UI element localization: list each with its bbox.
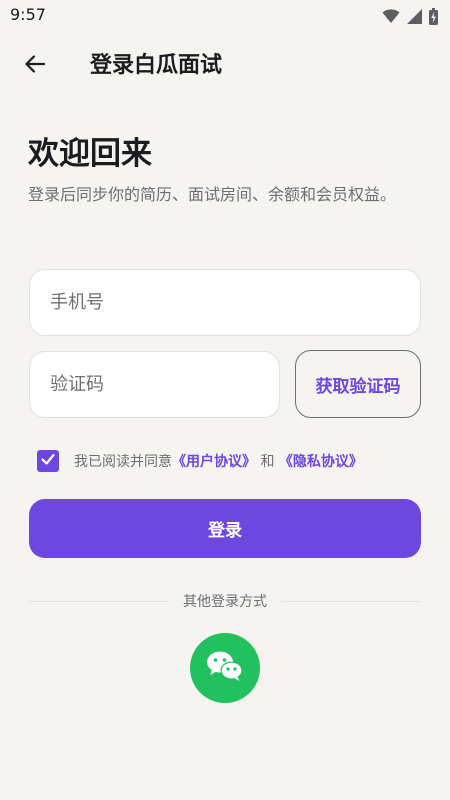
- phone-field: [29, 269, 421, 336]
- divider-line-right: [281, 600, 421, 602]
- phone-input[interactable]: [30, 270, 420, 335]
- verification-code-field: [29, 351, 280, 418]
- checkmark-icon: [40, 451, 56, 471]
- divider-line-left: [29, 600, 169, 602]
- privacy-policy-link[interactable]: 《隐私协议》: [279, 454, 363, 470]
- status-bar: 9:57: [0, 0, 450, 32]
- verification-code-input[interactable]: [30, 352, 279, 417]
- login-button-label: 登录: [208, 521, 242, 541]
- wechat-login-button[interactable]: [190, 633, 260, 703]
- back-button[interactable]: [15, 46, 55, 86]
- arrow-left-icon: [24, 53, 46, 79]
- welcome-title: 欢迎回来: [28, 136, 152, 172]
- status-time: 9:57: [10, 5, 46, 24]
- send-code-label: 获取验证码: [315, 376, 401, 397]
- battery-charging-icon: [429, 7, 438, 25]
- other-login-divider: 其他登录方式: [29, 590, 421, 612]
- wifi-icon: [382, 8, 400, 24]
- agreement-text: 我已阅读并同意《用户协议》 和 《隐私协议》: [74, 451, 363, 471]
- agreement-connector: 和: [260, 454, 275, 470]
- agreement-row: 我已阅读并同意《用户协议》 和 《隐私协议》: [37, 449, 363, 473]
- status-icons: [382, 7, 438, 25]
- user-agreement-link[interactable]: 《用户协议》: [172, 454, 256, 470]
- wechat-icon: [206, 650, 244, 686]
- send-code-button[interactable]: 获取验证码: [295, 350, 421, 418]
- agreement-prefix: 我已阅读并同意: [74, 454, 172, 470]
- agree-checkbox[interactable]: [37, 450, 59, 472]
- other-login-label: 其他登录方式: [183, 594, 267, 610]
- app-bar: 登录白瓜面试: [0, 36, 450, 96]
- welcome-subtitle: 登录后同步你的简历、面试房间、余额和会员权益。: [28, 185, 397, 204]
- signal-icon: [407, 8, 422, 24]
- page-title: 登录白瓜面试: [90, 53, 223, 78]
- login-button[interactable]: 登录: [29, 499, 421, 558]
